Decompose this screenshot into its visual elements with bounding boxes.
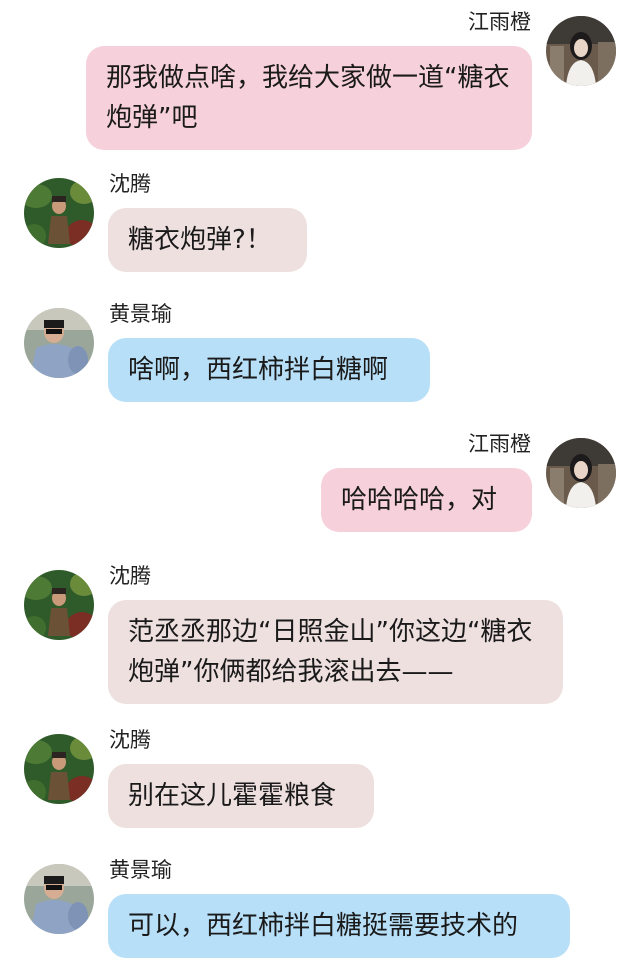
sender-name: 黄景瑜	[109, 302, 172, 326]
sender-name: 沈腾	[109, 728, 151, 752]
shen-teng-avatar[interactable]	[24, 734, 94, 804]
message-bubble: 范丞丞那边“日照金山”你这边“糖衣炮弹”你俩都给我滚出去——	[108, 600, 563, 704]
jiang-yucheng-avatar[interactable]	[546, 438, 616, 508]
message-bubble: 别在这儿霍霍粮食	[108, 764, 374, 828]
sender-name: 沈腾	[109, 172, 151, 196]
message-bubble: 糖衣炮弹?！	[108, 208, 307, 272]
message-bubble: 那我做点啥，我给大家做一道“糖衣炮弹”吧	[86, 46, 532, 150]
message-bubble: 哈哈哈哈，对	[321, 468, 532, 532]
shen-teng-avatar[interactable]	[24, 178, 94, 248]
message-bubble: 可以，西红柿拌白糖挺需要技术的	[108, 894, 570, 958]
chat-window: 江雨橙 那我做点啥，我给大家做一道“糖衣炮弹”吧 沈腾 糖衣炮弹?！ 黄景瑜 啥…	[0, 0, 640, 977]
sender-name: 黄景瑜	[109, 858, 172, 882]
shen-teng-avatar[interactable]	[24, 570, 94, 640]
sender-name: 江雨橙	[468, 10, 531, 34]
message-bubble: 啥啊，西红柿拌白糖啊	[108, 338, 430, 402]
sender-name: 江雨橙	[468, 432, 531, 456]
jiang-yucheng-avatar[interactable]	[546, 16, 616, 86]
huang-jingyu-avatar[interactable]	[24, 864, 94, 934]
huang-jingyu-avatar[interactable]	[24, 308, 94, 378]
sender-name: 沈腾	[109, 564, 151, 588]
